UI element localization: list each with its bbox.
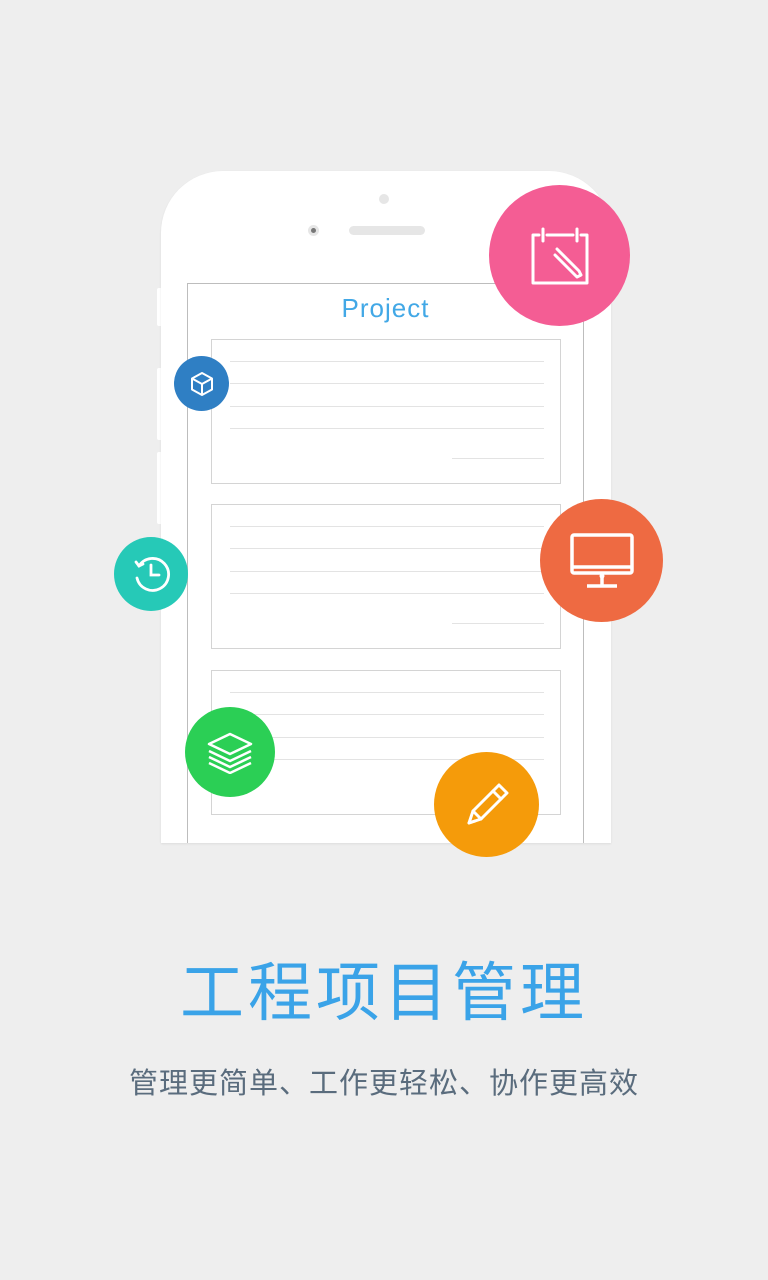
layers-icon xyxy=(185,707,275,797)
phone-speaker xyxy=(349,226,425,235)
project-card xyxy=(211,339,561,484)
page-headline: 工程项目管理 xyxy=(180,957,588,1031)
phone-camera xyxy=(308,225,319,236)
project-card xyxy=(211,504,561,649)
monitor-icon xyxy=(540,499,663,622)
page-subheadline: 管理更简单、工作更轻松、协作更高效 xyxy=(128,1066,639,1100)
pencil-icon xyxy=(434,752,539,857)
cube-icon xyxy=(174,356,229,411)
phone-sensor xyxy=(379,194,389,204)
calendar-edit-icon xyxy=(489,185,630,326)
clock-icon xyxy=(114,537,188,611)
